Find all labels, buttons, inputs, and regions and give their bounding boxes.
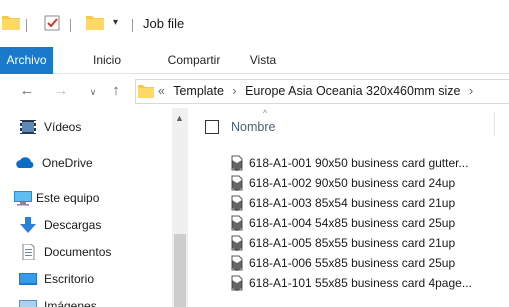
- breadcrumb-template[interactable]: Template: [173, 84, 224, 98]
- tab-archivo[interactable]: Archivo: [0, 47, 53, 74]
- properties-check-icon[interactable]: [44, 15, 61, 31]
- sidebar-item-descargas[interactable]: Descargas: [0, 213, 172, 237]
- indesign-file-icon: [231, 215, 243, 231]
- indesign-file-icon: [231, 155, 243, 171]
- scroll-up-arrow-icon[interactable]: ▲: [175, 113, 184, 123]
- file-name: 618-A1-001 90x50 business card gutter...: [249, 156, 469, 170]
- toolbar-separator: [26, 19, 27, 32]
- recent-locations-chevron-icon[interactable]: ∨: [86, 82, 100, 102]
- column-divider[interactable]: [494, 112, 495, 136]
- breadcrumb-current-folder[interactable]: Europe Asia Oceania 320x460mm size: [245, 84, 460, 98]
- sidebar-item-onedrive[interactable]: OneDrive: [0, 151, 172, 175]
- file-name: 618-A1-002 90x50 business card 24up: [249, 176, 456, 190]
- file-name: 618-A1-006 55x85 business card 25up: [249, 256, 456, 270]
- new-folder-icon[interactable]: [86, 15, 104, 30]
- file-row[interactable]: 618-A1-006 55x85 business card 25up: [188, 253, 509, 273]
- column-header-row: ^ Nombre: [188, 108, 509, 138]
- file-row[interactable]: 618-A1-004 54x85 business card 25up: [188, 213, 509, 233]
- sidebar-item-este-equipo[interactable]: Este equipo: [0, 186, 172, 210]
- breadcrumb-separator-icon[interactable]: ›: [469, 84, 473, 98]
- file-name: 618-A1-003 85x54 business card 21up: [249, 196, 456, 210]
- tab-compartir[interactable]: Compartir: [158, 47, 230, 74]
- sidebar-item-videos[interactable]: Vídeos: [0, 115, 172, 139]
- file-name: 618-A1-004 54x85 business card 25up: [249, 216, 456, 230]
- breadcrumb-separator-icon[interactable]: ›: [232, 84, 236, 98]
- sidebar-item-escritorio[interactable]: Escritorio: [0, 267, 172, 291]
- breadcrumb-overflow[interactable]: «: [158, 84, 165, 98]
- folder-icon[interactable]: [2, 15, 20, 30]
- desktop-icon: [19, 273, 37, 285]
- sidebar-item-imagenes[interactable]: Imágenes: [0, 294, 172, 307]
- select-all-checkbox[interactable]: [205, 120, 219, 134]
- indesign-file-icon: [231, 175, 243, 191]
- indesign-file-icon: [231, 235, 243, 251]
- navigation-bar: ← → ∨ ↑ « Template › Europe Asia Oceania…: [0, 75, 509, 108]
- onedrive-cloud-icon: [16, 157, 34, 168]
- sidebar-item-label: Vídeos: [44, 120, 82, 134]
- ribbon-tabs: Archivo Inicio Compartir Vista: [0, 47, 509, 74]
- navigation-pane: Vídeos OneDrive Este equipo Descargas Do…: [0, 108, 188, 307]
- sidebar-item-label: Escritorio: [44, 272, 95, 286]
- download-arrow-icon: [20, 217, 36, 233]
- indesign-file-icon: [231, 195, 243, 211]
- sidebar-item-label: OneDrive: [42, 156, 93, 170]
- tab-inicio[interactable]: Inicio: [82, 47, 132, 74]
- address-bar[interactable]: « Template › Europe Asia Oceania 320x460…: [135, 79, 509, 104]
- file-row[interactable]: 618-A1-005 85x55 business card 21up: [188, 233, 509, 253]
- customize-toolbar-dropdown[interactable]: ▾: [113, 17, 118, 28]
- navigation-pane-scrollbar[interactable]: ▲: [172, 108, 188, 307]
- title-bar: ▾ Job file: [0, 0, 509, 47]
- sidebar-item-documentos[interactable]: Documentos: [0, 240, 172, 264]
- folder-icon: [138, 85, 154, 98]
- pictures-icon: [19, 300, 37, 307]
- sidebar-item-label: Este equipo: [36, 191, 100, 205]
- file-name: 618-A1-005 85x55 business card 21up: [249, 236, 456, 250]
- file-name: 618-A1-101 55x85 business card 4page...: [249, 276, 472, 290]
- file-row[interactable]: 618-A1-003 85x54 business card 21up: [188, 193, 509, 213]
- indesign-file-icon: [231, 255, 243, 271]
- file-row[interactable]: 618-A1-101 55x85 business card 4page...: [188, 273, 509, 293]
- file-row[interactable]: 618-A1-001 90x50 business card gutter...: [188, 153, 509, 173]
- sidebar-item-label: Descargas: [44, 218, 102, 232]
- computer-icon: [14, 191, 32, 206]
- document-icon: [22, 244, 35, 260]
- video-folder-icon: [20, 120, 36, 134]
- back-button[interactable]: ←: [16, 81, 38, 101]
- window-title: Job file: [143, 16, 185, 31]
- breadcrumb: « Template › Europe Asia Oceania 320x460…: [158, 84, 478, 98]
- sidebar-item-label: Documentos: [44, 245, 112, 259]
- toolbar-separator: [132, 19, 133, 32]
- column-header-nombre[interactable]: Nombre: [231, 120, 275, 134]
- tab-vista[interactable]: Vista: [239, 47, 287, 74]
- up-button[interactable]: ↑: [106, 81, 126, 101]
- scrollbar-thumb[interactable]: [174, 234, 186, 307]
- file-row[interactable]: 618-A1-002 90x50 business card 24up: [188, 173, 509, 193]
- sidebar-item-label: Imágenes: [44, 299, 97, 307]
- toolbar-separator: [70, 19, 71, 32]
- forward-button[interactable]: →: [50, 81, 72, 101]
- sort-ascending-icon: ^: [263, 108, 268, 118]
- indesign-file-icon: [231, 275, 243, 291]
- file-list: ^ Nombre 618-A1-001 90x50 business card …: [188, 108, 509, 307]
